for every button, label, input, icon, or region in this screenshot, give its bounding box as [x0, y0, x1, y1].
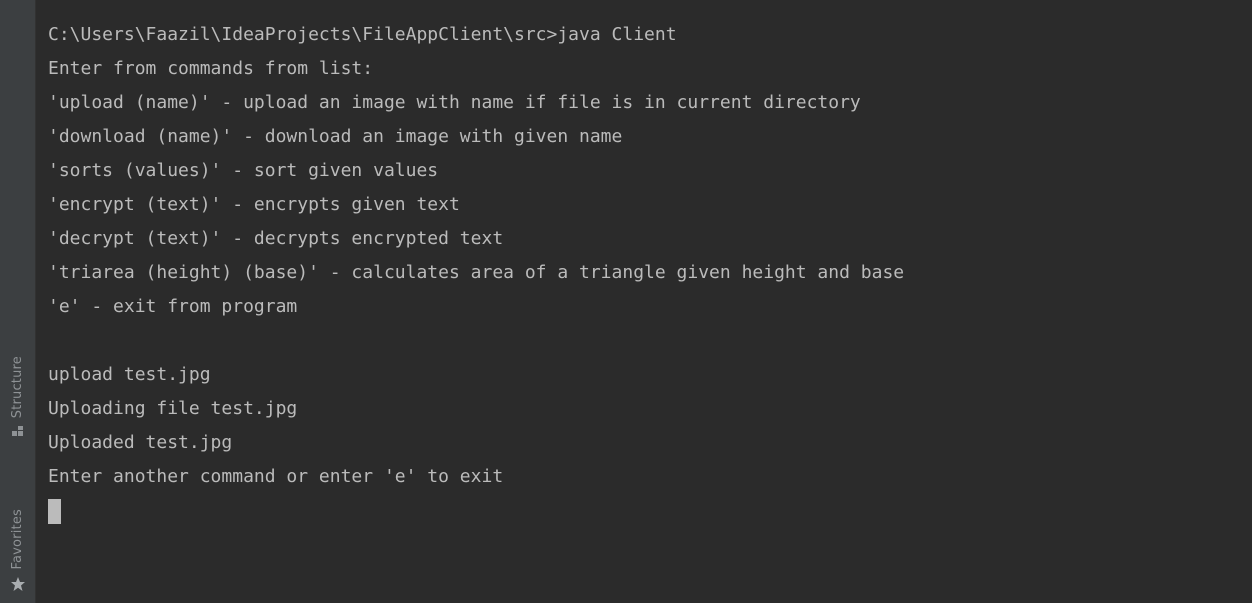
- ide-run-console-window: Structure Favorites C:\Users\Faazil\Idea…: [0, 0, 1252, 603]
- favorites-tool-tab[interactable]: Favorites: [0, 450, 35, 592]
- console-line: 'triarea (height) (base)' - calculates a…: [48, 262, 905, 283]
- console-line: 'download (name)' - download an image wi…: [48, 126, 623, 147]
- favorites-tab-label: Favorites: [10, 509, 25, 570]
- console-line: 'decrypt (text)' - decrypts encrypted te…: [48, 228, 504, 249]
- structure-icon: [10, 424, 26, 440]
- star-icon: [10, 576, 26, 592]
- structure-tool-tab[interactable]: Structure: [0, 318, 35, 440]
- console-line: 'upload (name)' - upload an image with n…: [48, 92, 861, 113]
- console-line: Enter another command or enter 'e' to ex…: [48, 466, 504, 487]
- left-tool-strip: Structure Favorites: [0, 0, 36, 603]
- console-line: upload test.jpg: [48, 364, 211, 385]
- console-line: Uploaded test.jpg: [48, 432, 233, 453]
- console-output[interactable]: C:\Users\Faazil\IdeaProjects\FileAppClie…: [36, 0, 1252, 603]
- structure-tab-label: Structure: [10, 355, 25, 418]
- console-line: C:\Users\Faazil\IdeaProjects\FileAppClie…: [48, 24, 677, 45]
- console-line: 'sorts (values)' - sort given values: [48, 160, 439, 181]
- console-lines: C:\Users\Faazil\IdeaProjects\FileAppClie…: [48, 18, 1252, 494]
- console-line: Enter from commands from list:: [48, 58, 374, 79]
- console-line: 'e' - exit from program: [48, 296, 298, 317]
- console-line: 'encrypt (text)' - encrypts given text: [48, 194, 460, 215]
- text-cursor: [48, 498, 61, 524]
- console-line: Uploading file test.jpg: [48, 398, 298, 419]
- console-input-line[interactable]: [48, 494, 1252, 528]
